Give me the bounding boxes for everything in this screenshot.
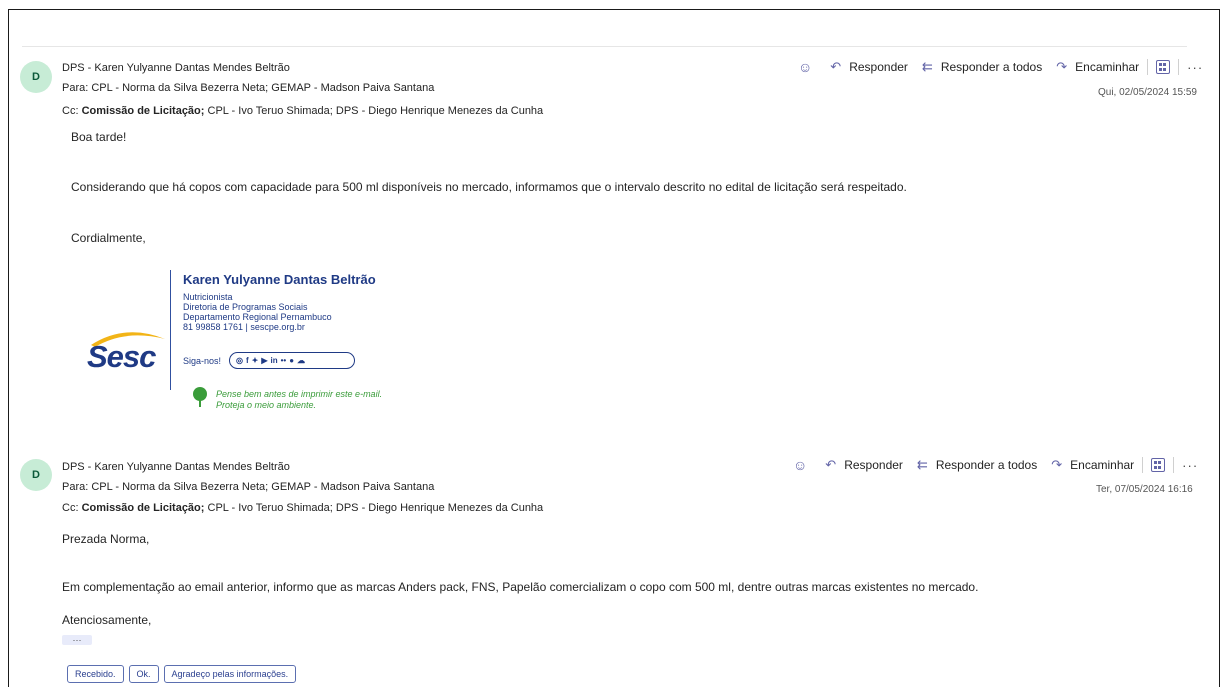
- eco-message-2: Proteja o meio ambiente.: [216, 400, 317, 410]
- action-separator: [1173, 457, 1175, 473]
- social-icons: ◎ f ✦ ▶ in •• ● ☁: [229, 352, 355, 369]
- message-date: Ter, 07/05/2024 16:16: [1096, 484, 1193, 495]
- quick-reply-thanks[interactable]: Agradeço pelas informações.: [163, 665, 297, 683]
- signature-role: Nutricionista: [183, 292, 233, 302]
- sender-name[interactable]: DPS - Karen Yulyanne Dantas Mendes Beltr…: [62, 461, 290, 473]
- twitter-icon: ✦: [251, 356, 259, 365]
- cc-label: Cc:: [62, 105, 82, 117]
- forward-icon: ↷: [1051, 457, 1063, 472]
- sender-avatar[interactable]: D: [20, 61, 52, 93]
- react-emoji-icon[interactable]: ☺: [793, 457, 807, 473]
- show-quoted-text-button[interactable]: ···: [62, 635, 92, 645]
- cc-recipients: Cc: Comissão de Licitação; CPL - Ivo Ter…: [62, 105, 543, 117]
- signature-divider: [170, 270, 171, 390]
- closing: Cordialmente,: [71, 231, 146, 245]
- youtube-icon: ▶: [261, 356, 268, 365]
- signature-regional: Departamento Regional Pernambuco: [183, 312, 332, 322]
- reply-icon: ↶: [830, 59, 842, 74]
- reply-all-icon: ⇇: [916, 457, 928, 472]
- more-options-button[interactable]: ···: [1187, 60, 1203, 75]
- facebook-icon: f: [245, 356, 249, 365]
- cc-others: CPL - Ivo Teruo Shimada; DPS - Diego Hen…: [204, 502, 544, 514]
- cc-recipients: Cc: Comissão de Licitação; CPL - Ivo Ter…: [62, 502, 543, 514]
- forward-button[interactable]: ↷ Encaminhar: [1056, 59, 1139, 75]
- message-actions: ☺ ↶ Responder ⇇ Responder a todos ↷ Encamin…: [798, 59, 1203, 75]
- sesc-logo: Sesc: [85, 325, 170, 375]
- signature-contact: 81 99858 1761 | sescpe.org.br: [183, 322, 305, 332]
- signature-name: Karen Yulyanne Dantas Beltrão: [183, 272, 376, 287]
- instagram-icon: ◎: [236, 356, 243, 365]
- tree-icon: [191, 386, 209, 408]
- spotify-icon: ●: [289, 356, 295, 365]
- signature-dept: Diretoria de Programas Sociais: [183, 302, 308, 312]
- reply-button[interactable]: ↶ Responder: [830, 59, 908, 75]
- sesc-logo-text: Sesc: [87, 339, 156, 374]
- body-paragraph: Em complementação ao email anterior, inf…: [62, 580, 979, 594]
- greeting: Prezada Norma,: [62, 532, 150, 546]
- reply-all-icon: ⇇: [921, 59, 933, 74]
- reply-all-button[interactable]: ⇇ Responder a todos: [917, 457, 1037, 473]
- reply-icon: ↶: [825, 457, 837, 472]
- flickr-icon: ••: [280, 356, 287, 365]
- forward-icon: ↷: [1056, 59, 1068, 74]
- greeting: Boa tarde!: [71, 130, 127, 144]
- message-date: Qui, 02/05/2024 15:59: [1098, 87, 1197, 98]
- to-recipients: Para: CPL - Norma da Silva Bezerra Neta;…: [62, 82, 435, 94]
- forward-button[interactable]: ↷ Encaminhar: [1051, 457, 1134, 473]
- thread-divider: [22, 46, 1187, 47]
- closing: Atenciosamente,: [62, 613, 152, 627]
- apps-icon[interactable]: [1151, 458, 1166, 472]
- linkedin-icon: in: [270, 356, 278, 365]
- react-emoji-icon[interactable]: ☺: [798, 59, 812, 75]
- action-separator: [1142, 457, 1144, 473]
- apps-icon[interactable]: [1156, 60, 1171, 74]
- quick-reply-received[interactable]: Recebido.: [67, 665, 124, 683]
- soundcloud-icon: ☁: [297, 356, 306, 365]
- sender-name[interactable]: DPS - Karen Yulyanne Dantas Mendes Beltr…: [62, 62, 290, 74]
- eco-message-1: Pense bem antes de imprimir este e-mail.: [216, 389, 383, 399]
- cc-group[interactable]: Comissão de Licitação;: [82, 502, 205, 514]
- action-separator: [1147, 59, 1149, 75]
- body-paragraph: Considerando que há copos com capacidade…: [71, 180, 907, 194]
- to-recipients: Para: CPL - Norma da Silva Bezerra Neta;…: [62, 481, 435, 493]
- reply-all-button[interactable]: ⇇ Responder a todos: [922, 59, 1042, 75]
- more-options-button[interactable]: ···: [1182, 458, 1198, 473]
- cc-others: CPL - Ivo Teruo Shimada; DPS - Diego Hen…: [204, 105, 544, 117]
- cc-label: Cc:: [62, 502, 82, 514]
- action-separator: [1178, 59, 1180, 75]
- message-actions: ☺ ↶ Responder ⇇ Responder a todos ↷ Encamin…: [793, 457, 1198, 473]
- quick-replies: Recebido. Ok. Agradeço pelas informações…: [67, 665, 297, 683]
- quick-reply-ok[interactable]: Ok.: [128, 665, 159, 683]
- cc-group[interactable]: Comissão de Licitação;: [82, 105, 205, 117]
- sender-avatar[interactable]: D: [20, 459, 52, 491]
- signature-follow: Siga-nos!: [183, 356, 222, 366]
- reply-button[interactable]: ↶ Responder: [825, 457, 903, 473]
